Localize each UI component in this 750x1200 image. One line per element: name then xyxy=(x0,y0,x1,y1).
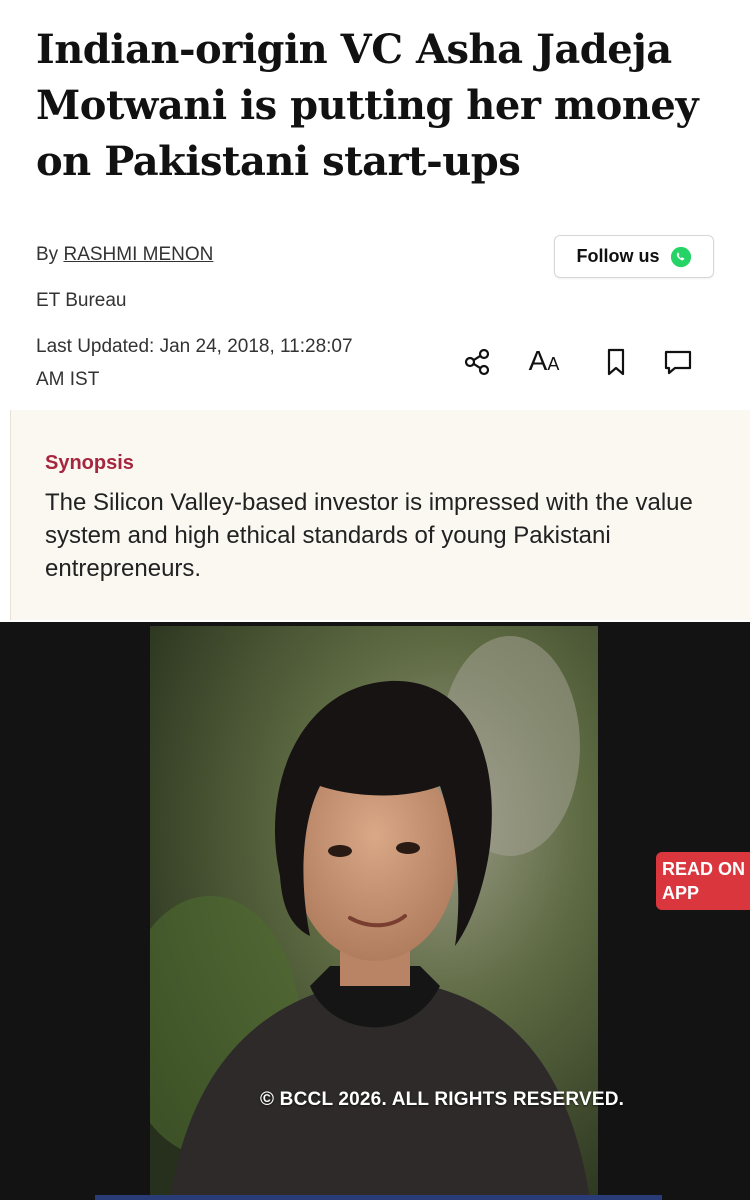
byline-prefix: By xyxy=(36,244,59,265)
share-button[interactable] xyxy=(458,342,498,382)
article-headline: Indian-origin VC Asha Jadeja Motwani is … xyxy=(36,26,699,185)
bookmark-button[interactable] xyxy=(596,342,636,382)
byline: By RASHMI MENON xyxy=(36,244,213,266)
last-updated: Last Updated: Jan 24, 2018, 11:28:07 AM … xyxy=(36,336,353,390)
article-image[interactable] xyxy=(0,622,750,1200)
follow-us-button[interactable]: Follow us xyxy=(554,235,714,278)
bureau-label: ET Bureau xyxy=(36,290,127,311)
bookmark-icon xyxy=(607,348,625,376)
comment-icon xyxy=(664,350,692,375)
synopsis-title: Synopsis xyxy=(45,452,134,474)
synopsis-box: Synopsis The Silicon Valley-based invest… xyxy=(10,410,750,620)
bottom-banner-edge xyxy=(95,1195,662,1200)
article-toolbar: AA xyxy=(458,342,708,382)
comment-button[interactable] xyxy=(658,342,698,382)
synopsis-text: The Silicon Valley-based investor is imp… xyxy=(45,489,693,582)
share-icon xyxy=(464,348,490,376)
image-copyright: © BCCL 2026. ALL RIGHTS RESERVED. xyxy=(260,1089,625,1110)
whatsapp-icon xyxy=(670,246,691,267)
font-size-icon: AA xyxy=(528,344,560,376)
read-on-app-button[interactable]: READ ON APP xyxy=(656,852,750,910)
author-link[interactable]: RASHMI MENON xyxy=(63,244,213,265)
portrait-illustration xyxy=(150,626,598,1200)
portrait-photo xyxy=(150,626,598,1200)
follow-us-label: Follow us xyxy=(576,246,660,266)
font-size-button[interactable]: AA xyxy=(524,342,564,382)
